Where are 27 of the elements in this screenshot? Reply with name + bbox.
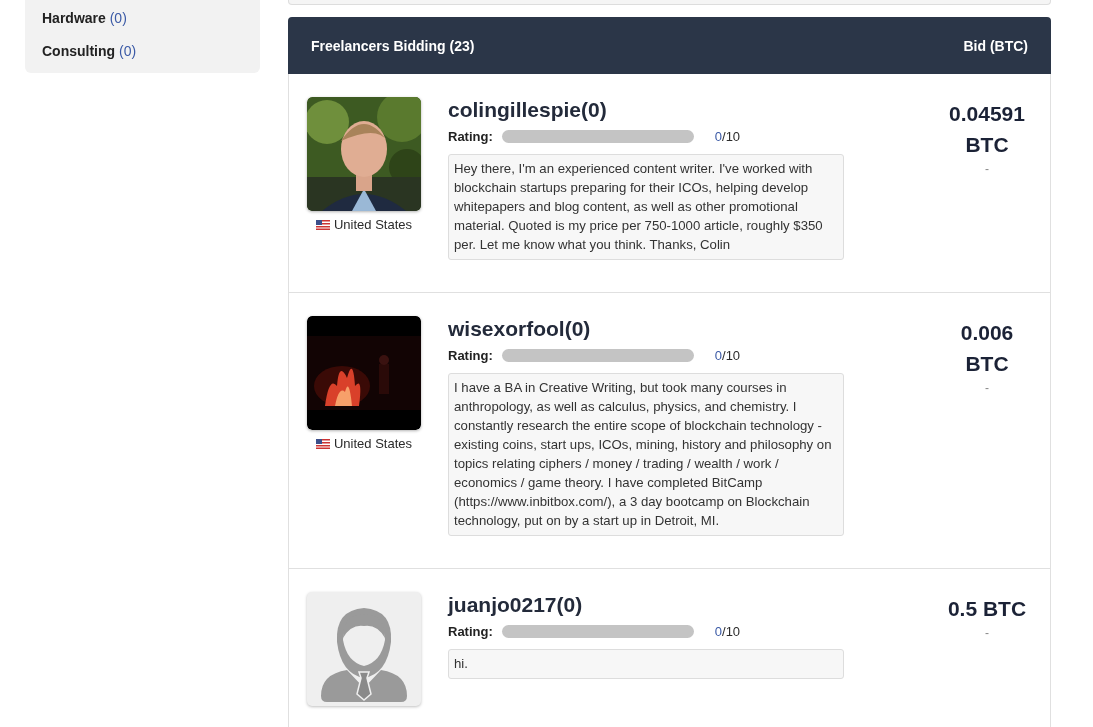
bid-note: -	[985, 162, 989, 176]
rating-label: Rating:	[448, 624, 493, 639]
default-avatar-icon	[307, 592, 421, 706]
rating-score: 0/10	[714, 129, 741, 144]
bid-amount: 0.5 BTC	[946, 596, 1028, 622]
bid-message: hi.	[448, 649, 844, 679]
rating-label: Rating:	[448, 348, 493, 363]
bid-amount: 0.006 BTC	[959, 320, 1015, 377]
rating-label: Rating:	[448, 129, 493, 144]
bid-message: I have a BA in Creative Writing, but took many courses in anthropology, as well as calculus, physics, and chemistry. I constantly research the entire scope of blockchain technology - existing coins, start ups, ICOs, mining, history and philosophy on topics relating ciphers / money / trading / wealth / work / economics / game theory. I have completed BitCamp (https://www.inbitbox.com/), a 3 day bootcamp on Blockchain technology, put on by a start up in Detroit, MI.	[448, 373, 844, 536]
bid-note: -	[985, 626, 989, 640]
bid-amount: 0.04591 BTC	[948, 101, 1026, 158]
country-label: United States	[333, 436, 412, 451]
flag-icon	[315, 219, 330, 230]
username-link[interactable]: juanjo0217(0)	[448, 593, 583, 616]
flag-icon	[315, 438, 330, 449]
country-label: United States	[333, 217, 412, 232]
category-link[interactable]: Hardware (0)	[42, 10, 127, 26]
bids-title: Freelancers Bidding (23)	[311, 37, 475, 54]
username-link[interactable]: wisexorfool(0)	[448, 317, 591, 340]
username-link[interactable]: colingillespie(0)	[448, 98, 607, 121]
bid-note: -	[985, 381, 989, 395]
category-link[interactable]: Consulting (0)	[42, 43, 137, 59]
rating-score: 0/10	[714, 348, 741, 363]
bid-message: Hey there, I'm an experienced content writer. I've worked with blockchain startups preparing for their ICOs, helping develop whitepapers and blog content, as well as other promotional material. Quoted is my price per 750-1000 article, roughly $350 per. Let me know what you think. Thanks, Colin	[448, 154, 844, 260]
bid-column-heading: Bid (BTC)	[963, 37, 1028, 54]
rating-score: 0/10	[714, 624, 741, 639]
